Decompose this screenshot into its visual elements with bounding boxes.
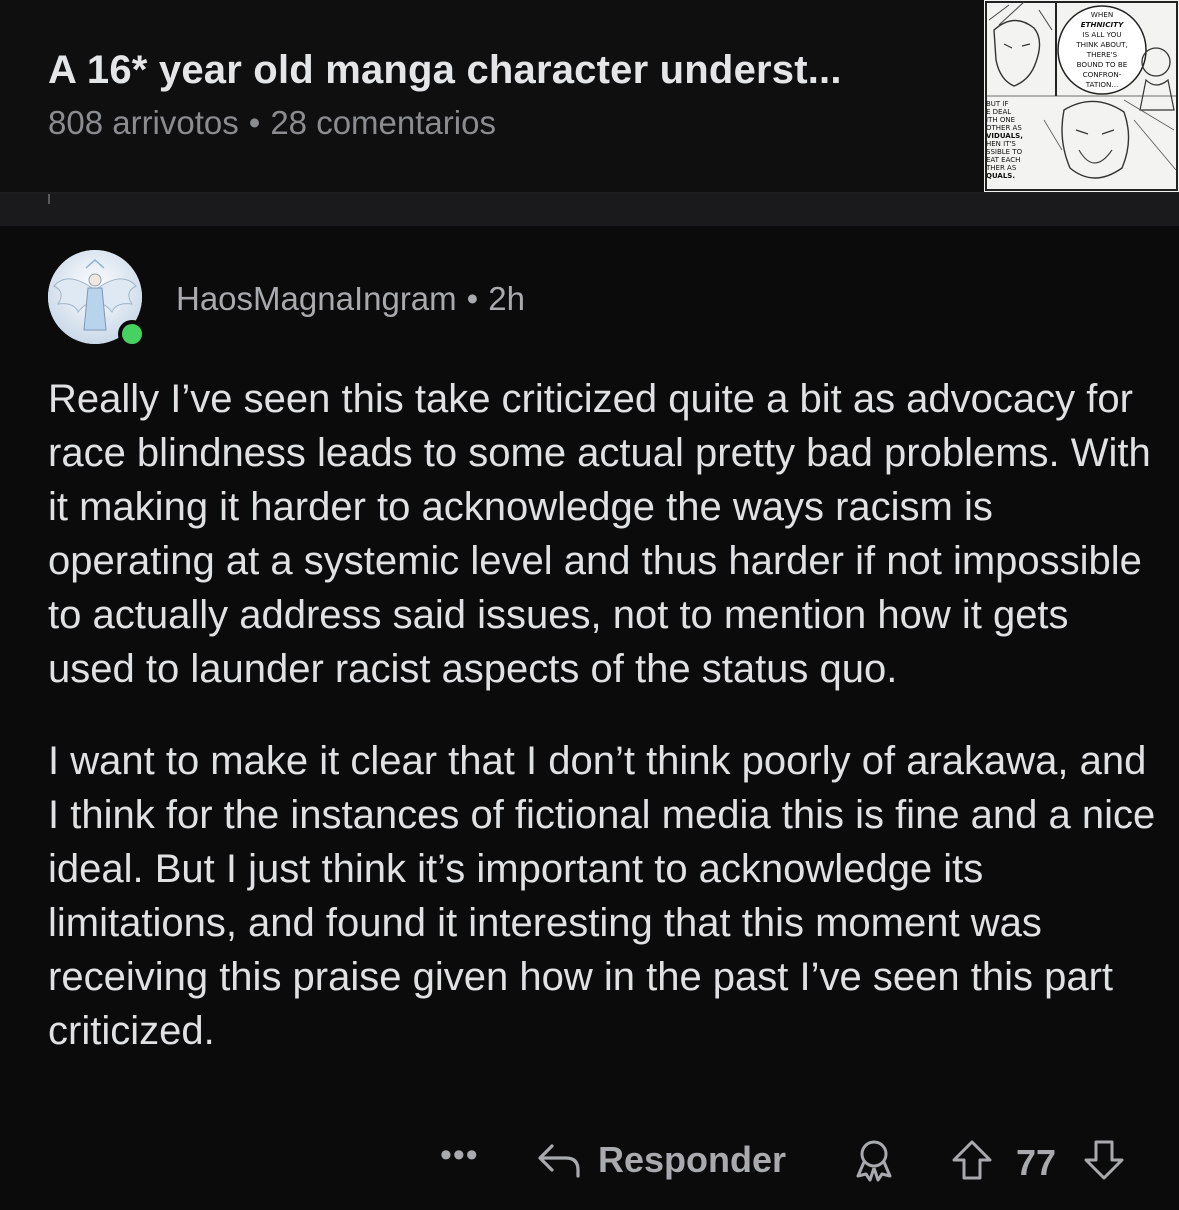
thumb-text-line: THINK ABOUT, <box>1075 40 1128 49</box>
reply-button[interactable]: Responder <box>536 1136 786 1184</box>
thumb-side-line: QUALS. <box>986 172 1015 180</box>
thumb-side-line: THER AS <box>985 164 1017 172</box>
comment-author[interactable]: HaosMagnaIngram <box>176 280 457 317</box>
thumb-text-line: ETHNICITY <box>1081 20 1124 29</box>
post-thumbnail[interactable]: WHEN ETHNICITY IS ALL YOU THINK ABOUT, T… <box>984 0 1179 192</box>
comment-meta: HaosMagnaIngram • 2h <box>176 280 525 318</box>
online-status-indicator <box>118 320 146 348</box>
thumb-text-line: TATION... <box>1085 80 1119 89</box>
meta-separator: • <box>466 280 479 317</box>
comment-paragraph: I want to make it clear that I don’t thi… <box>48 739 1156 1053</box>
upvote-arrow-icon <box>952 1140 992 1180</box>
post-comment-count: 28 comentarios <box>270 104 496 141</box>
thumb-side-line: E DEAL <box>986 108 1011 116</box>
comment-paragraph: Really I’ve seen this take criticized qu… <box>48 377 1151 691</box>
section-divider <box>0 194 1179 226</box>
thumb-side-line: OTHER AS <box>986 124 1022 132</box>
thumb-text-line: WHEN <box>1091 10 1113 19</box>
post-header[interactable]: A 16* year old manga character underst..… <box>0 0 1179 194</box>
post-title[interactable]: A 16* year old manga character underst..… <box>48 48 968 93</box>
manga-panel-thumbnail: WHEN ETHNICITY IS ALL YOU THINK ABOUT, T… <box>984 0 1179 192</box>
comment-body: Really I’ve seen this take criticized qu… <box>48 372 1158 1096</box>
thumb-text-line: BOUND TO BE <box>1077 60 1128 69</box>
award-icon <box>856 1140 892 1182</box>
comment-action-bar: ••• Responder 77 <box>0 1130 1179 1190</box>
post-meta: 808 arrivotos • 28 comentarios <box>48 104 496 142</box>
downvote-button[interactable] <box>1082 1138 1126 1187</box>
thumb-text-line: IS ALL YOU <box>1082 30 1121 39</box>
reply-label: Responder <box>598 1139 787 1180</box>
thumb-side-line: HEN IT'S <box>986 140 1016 148</box>
reply-arrow-icon <box>538 1144 580 1178</box>
vote-count: 77 <box>1016 1142 1057 1183</box>
meta-separator: • <box>248 104 261 141</box>
thumb-side-line: BUT IF <box>986 100 1009 108</box>
more-options-icon[interactable]: ••• <box>440 1136 479 1175</box>
post-upvote-count: 808 arrivotos <box>48 104 239 141</box>
thread-line <box>48 194 50 204</box>
thumb-side-line: SSIBLE TO <box>986 148 1023 156</box>
upvote-button[interactable] <box>950 1138 994 1187</box>
downvote-arrow-icon <box>1084 1140 1124 1180</box>
comment-timestamp: 2h <box>488 280 525 317</box>
thumb-side-line: VIDUALS, <box>986 132 1023 140</box>
thumb-side-line: EAT EACH <box>986 156 1020 164</box>
award-button[interactable] <box>852 1138 896 1187</box>
thumb-side-line: ITH ONE <box>986 116 1015 124</box>
thumb-text-line: THERE'S <box>1086 50 1118 59</box>
thumb-text-line: CONFRON- <box>1083 70 1122 79</box>
